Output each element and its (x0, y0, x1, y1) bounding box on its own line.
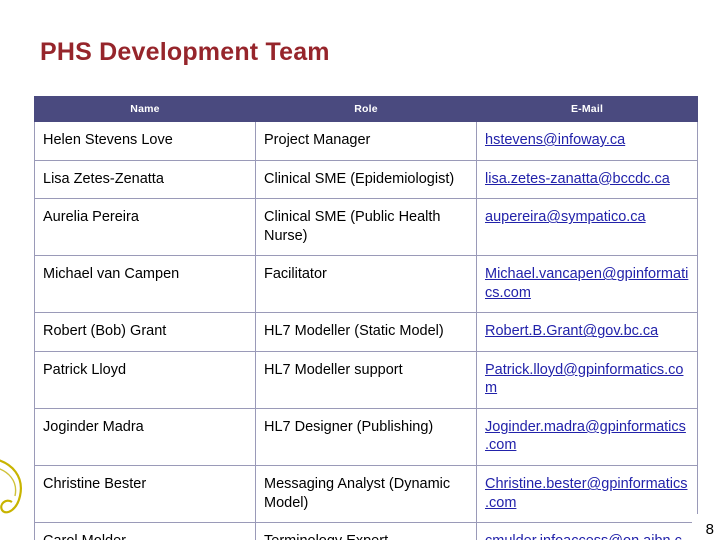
table-row: Lisa Zetes-Zenatta Clinical SME (Epidemi… (34, 159, 698, 200)
cell-role: Messaging Analyst (Dynamic Model) (255, 465, 477, 524)
table-row: Carol Molder Terminology Expert cmulder.… (34, 522, 698, 540)
table-row: Christine Bester Messaging Analyst (Dyna… (34, 465, 698, 524)
cell-email: cmulder.infoaccess@on.aibn.c (476, 522, 698, 540)
cell-role: HL7 Modeller support (255, 350, 477, 409)
cell-name: Helen Stevens Love (34, 121, 256, 161)
email-link[interactable]: Robert.B.Grant@gov.bc.ca (485, 323, 658, 339)
cell-role: Terminology Expert (255, 522, 477, 540)
email-link[interactable]: Patrick.lloyd@gpinformatics.com (485, 362, 683, 397)
cell-email: Robert.B.Grant@gov.bc.ca (476, 312, 698, 352)
table-body: Helen Stevens Love Project Manager hstev… (34, 121, 698, 540)
cell-role: Clinical SME (Public Health Nurse) (255, 198, 477, 257)
email-link[interactable]: Joginder.madra@gpinformatics.com (485, 419, 686, 454)
column-header-name: Name (34, 96, 256, 122)
cell-name: Carol Molder (34, 522, 256, 540)
cell-email: Christine.bester@gpinformatics.com (476, 465, 698, 524)
cell-role: Clinical SME (Epidemiologist) (255, 159, 477, 200)
table-header-row: Name Role E-Mail (34, 96, 698, 122)
cell-email: Michael.vancapen@gpinformatics.com (476, 255, 698, 314)
email-link[interactable]: hstevens@infoway.ca (485, 132, 625, 148)
cell-name: Christine Bester (34, 465, 256, 524)
cell-email: Patrick.lloyd@gpinformatics.com (476, 350, 698, 409)
cell-name: Robert (Bob) Grant (34, 312, 256, 352)
cell-name: Joginder Madra (34, 407, 256, 467)
email-link[interactable]: Christine.bester@gpinformatics.com (485, 476, 688, 511)
email-link[interactable]: aupereira@sympatico.ca (485, 209, 646, 225)
cell-name: Aurelia Pereira (34, 198, 256, 257)
table-row: Joginder Madra HL7 Designer (Publishing)… (34, 407, 698, 467)
cell-email: lisa.zetes-zanatta@bccdc.ca (476, 159, 698, 200)
email-link[interactable]: Michael.vancapen@gpinformatics.com (485, 266, 688, 301)
cell-name: Lisa Zetes-Zenatta (34, 159, 256, 200)
cell-role: HL7 Modeller (Static Model) (255, 312, 477, 352)
page-number: 8 (705, 521, 714, 538)
cell-email: hstevens@infoway.ca (476, 121, 698, 161)
table-row: Helen Stevens Love Project Manager hstev… (34, 121, 698, 161)
cell-name: Patrick Lloyd (34, 350, 256, 409)
cell-role: Facilitator (255, 255, 477, 314)
slide: PHS Development Team Name Role E-Mail He… (0, 0, 720, 540)
team-table-container: Name Role E-Mail Helen Stevens Love Proj… (34, 96, 698, 540)
cell-email: aupereira@sympatico.ca (476, 198, 698, 257)
column-header-role: Role (255, 96, 477, 122)
cell-role: HL7 Designer (Publishing) (255, 407, 477, 467)
cell-role: Project Manager (255, 121, 477, 161)
table-row: Aurelia Pereira Clinical SME (Public Hea… (34, 198, 698, 257)
cell-email: Joginder.madra@gpinformatics.com (476, 407, 698, 467)
team-table: Name Role E-Mail Helen Stevens Love Proj… (34, 96, 698, 540)
page-title: PHS Development Team (40, 38, 330, 66)
table-row: Patrick Lloyd HL7 Modeller support Patri… (34, 350, 698, 409)
email-link[interactable]: cmulder.infoaccess@on.aibn.c (485, 533, 682, 540)
cell-name: Michael van Campen (34, 255, 256, 314)
table-row: Michael van Campen Facilitator Michael.v… (34, 255, 698, 314)
column-header-email: E-Mail (476, 96, 698, 122)
table-row: Robert (Bob) Grant HL7 Modeller (Static … (34, 312, 698, 352)
email-link[interactable]: lisa.zetes-zanatta@bccdc.ca (485, 171, 670, 187)
